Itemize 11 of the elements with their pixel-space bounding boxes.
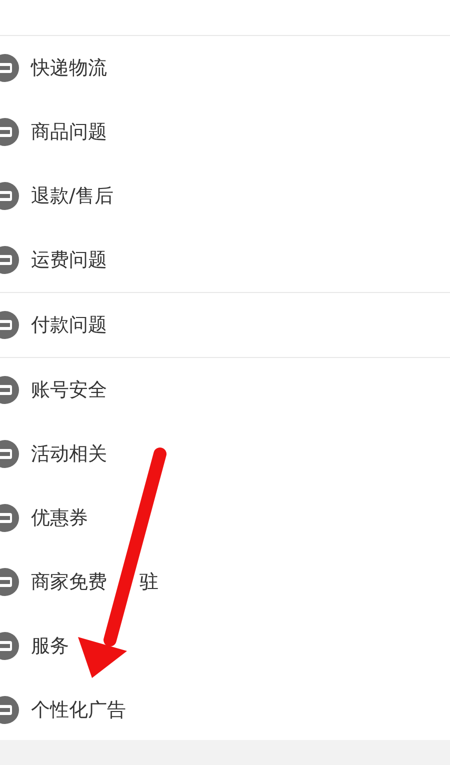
- menu-item[interactable]: 退款/售后: [0, 164, 450, 228]
- menu-item[interactable]: 服务: [0, 614, 450, 678]
- menu-item[interactable]: 优惠券: [0, 486, 450, 550]
- menu-item[interactable]: 账号安全: [0, 358, 450, 422]
- menu-item[interactable]: 个性化广告: [0, 678, 450, 742]
- menu-item[interactable]: 活动相关: [0, 422, 450, 486]
- menu-item[interactable]: 商品问题: [0, 100, 450, 164]
- menu-item[interactable]: 运费问题: [0, 228, 450, 292]
- menu-item[interactable]: 快递物流: [0, 36, 450, 100]
- menu-item[interactable]: 商家免费 驻: [0, 550, 450, 614]
- menu-item[interactable]: 付款问题: [0, 293, 450, 357]
